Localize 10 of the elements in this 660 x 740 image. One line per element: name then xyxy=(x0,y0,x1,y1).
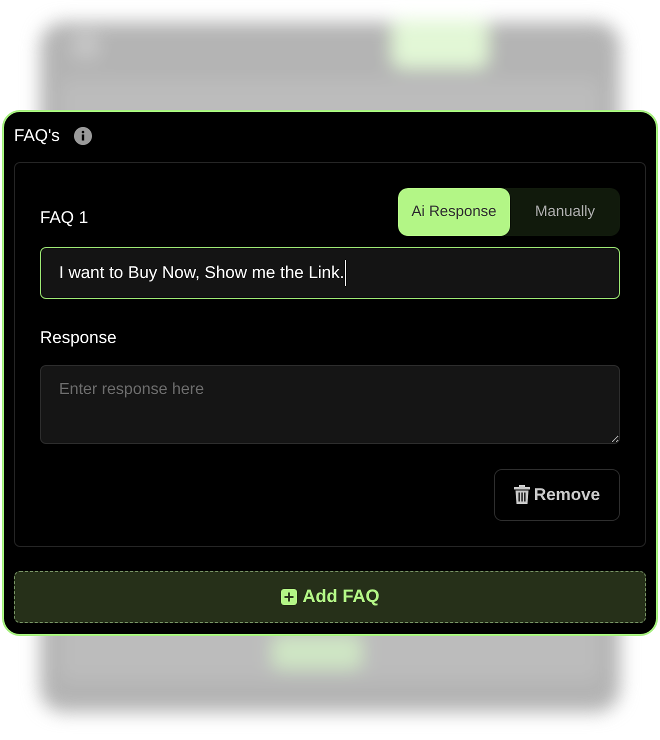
mode-tab[interactable]: Ai Response xyxy=(398,188,510,236)
remove-button[interactable]: Remove xyxy=(494,468,620,520)
question-text: I want to Buy Now, Show me the Link. xyxy=(59,260,346,286)
response-field[interactable]: Enter response here xyxy=(40,364,620,444)
mode-tab[interactable]: Manually xyxy=(510,188,620,236)
question-field[interactable]: I want to Buy Now, Show me the Link. xyxy=(40,247,620,299)
panel-title: FAQ's xyxy=(14,125,60,148)
add-faq-button[interactable]: Add FAQ xyxy=(14,570,646,622)
response-label: Response xyxy=(40,327,118,349)
faq-label: FAQ 1 xyxy=(40,206,88,228)
